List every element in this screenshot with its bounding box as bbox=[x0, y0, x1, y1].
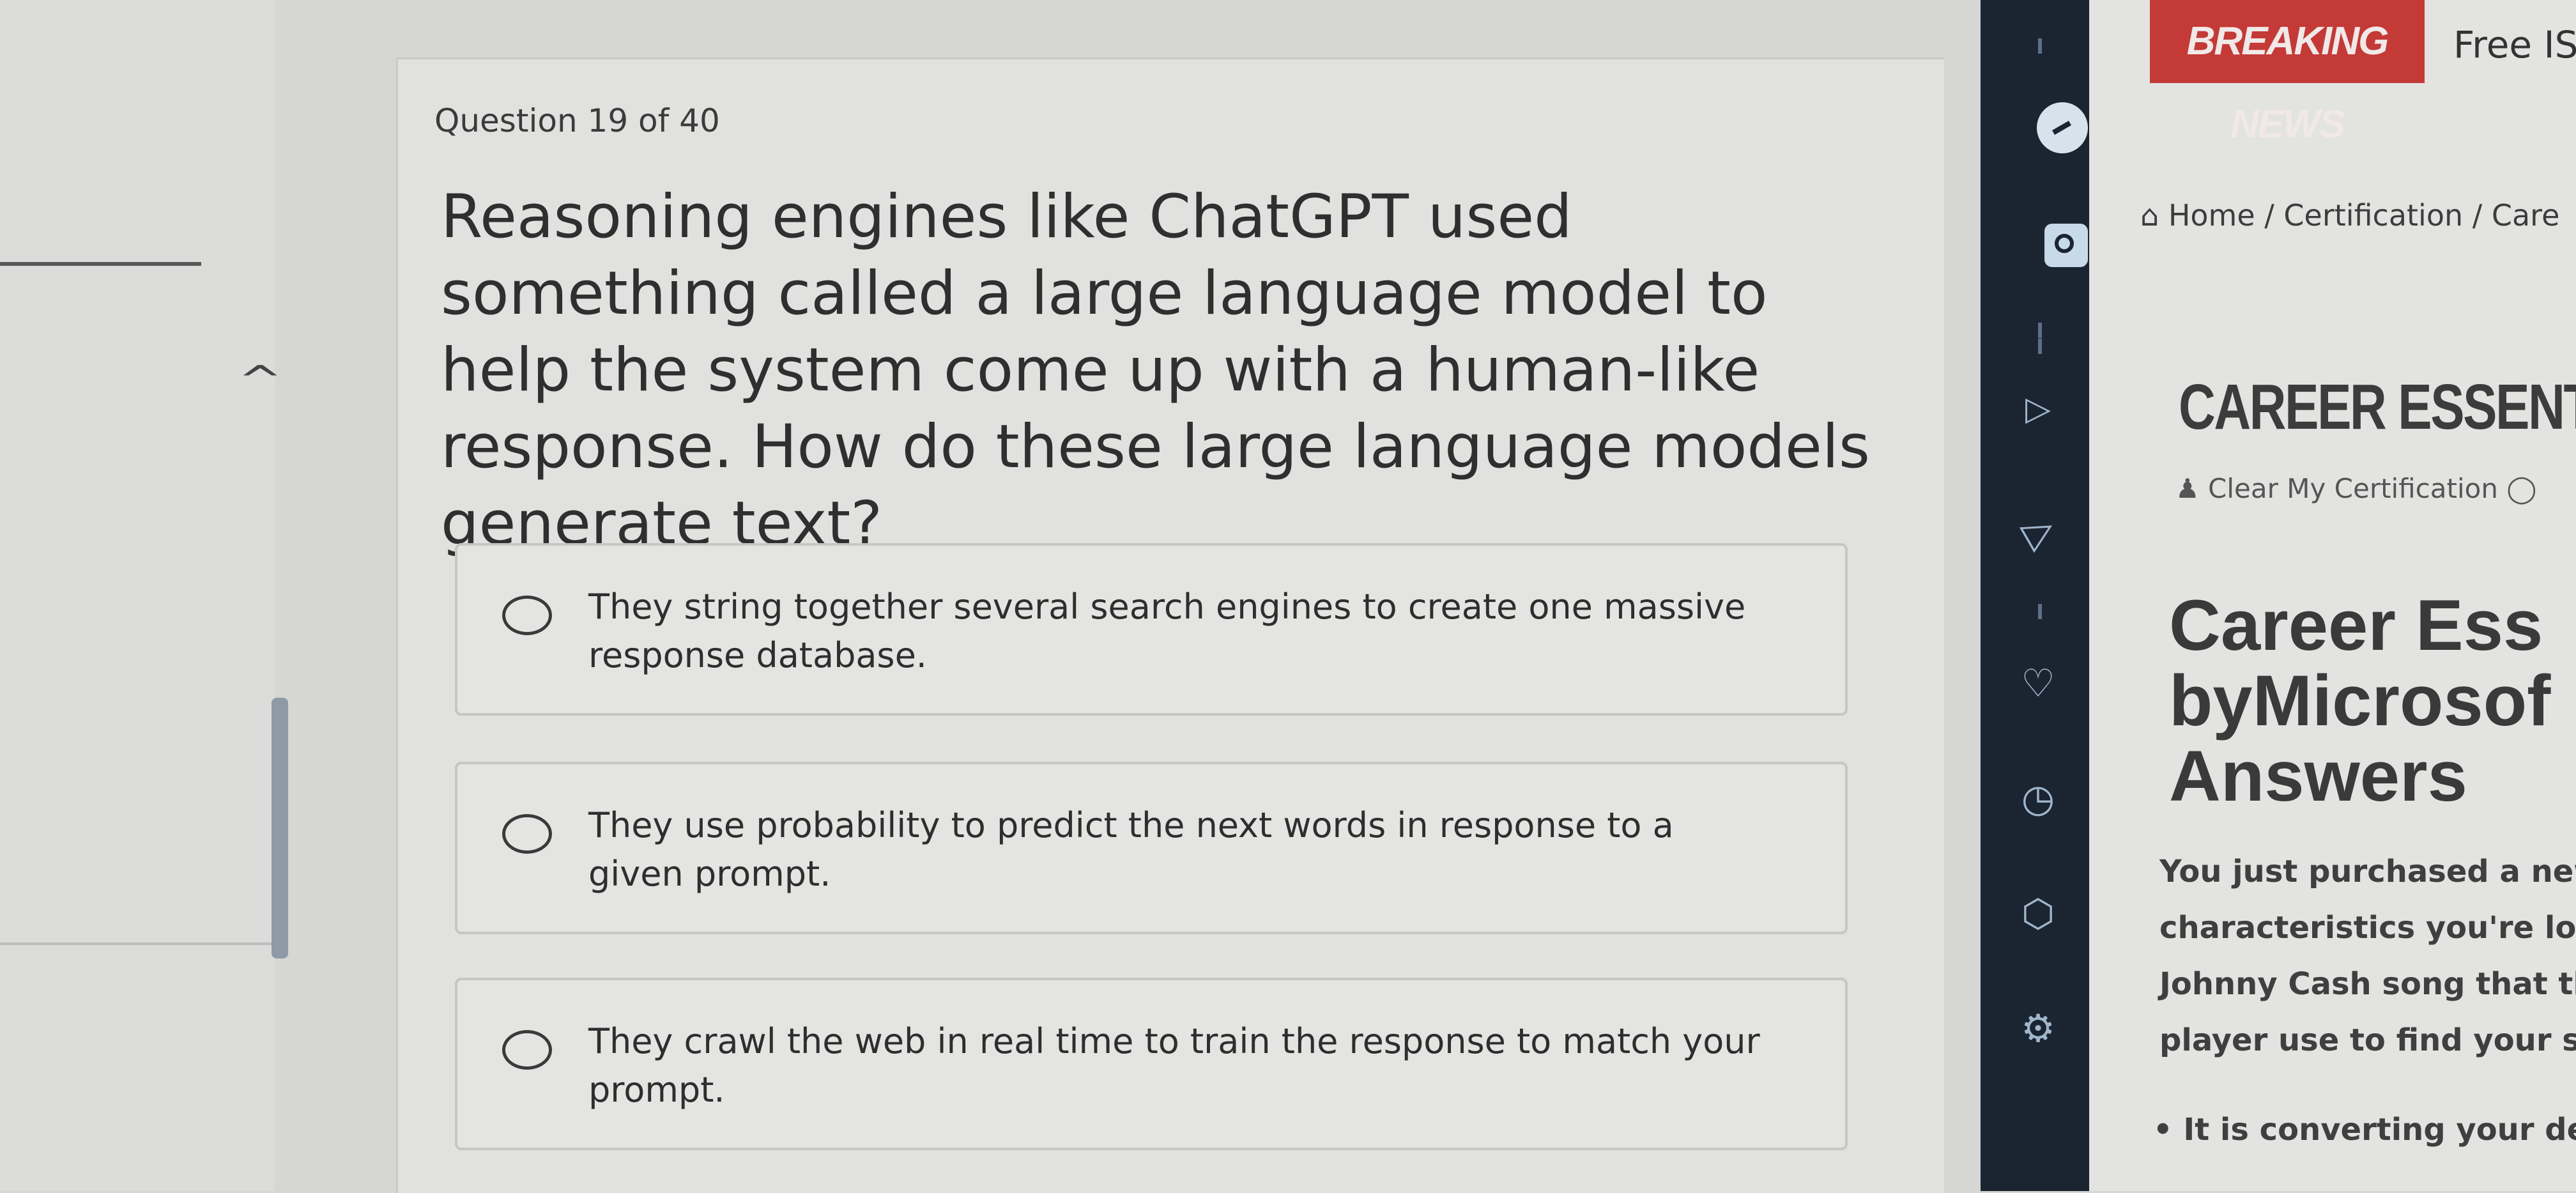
breadcrumb-text[interactable]: Home / Certification / Care bbox=[2168, 198, 2560, 233]
list-item: • It is converting your desc bbox=[2153, 1112, 2576, 1148]
question-text: Reasoning engines like ChatGPT used some… bbox=[441, 182, 1870, 558]
clock-icon: ◯ bbox=[2506, 473, 2537, 504]
left-pane bbox=[0, 0, 275, 1191]
sidebar-divider bbox=[2038, 38, 2042, 54]
cube-icon[interactable]: ⬡ bbox=[2012, 888, 2064, 939]
breadcrumb[interactable]: ⌂ Home / Certification / Care bbox=[2140, 198, 2559, 233]
list-item-text: It is converting your desc bbox=[2183, 1112, 2576, 1148]
user-icon: ♟ bbox=[2175, 473, 2209, 504]
sidebar-divider bbox=[2038, 339, 2042, 354]
heart-icon[interactable]: ♡ bbox=[2012, 658, 2064, 709]
body-line: characteristics you're looki bbox=[2159, 910, 2576, 946]
left-panel-border bbox=[0, 943, 275, 945]
radio-button[interactable] bbox=[502, 814, 552, 854]
radio-button[interactable] bbox=[502, 596, 552, 635]
sidebar-divider bbox=[2038, 604, 2042, 619]
left-divider bbox=[0, 262, 201, 266]
answer-option[interactable]: They string together several search engi… bbox=[455, 543, 1848, 716]
byline-author[interactable]: Clear My Certification bbox=[2208, 473, 2498, 504]
breaking-news-badge[interactable]: BREAKING NEWS bbox=[2150, 0, 2425, 146]
article-heading-line: Answers bbox=[2169, 736, 2467, 816]
home-icon: ⌂ bbox=[2140, 198, 2168, 233]
answer-option-label: They string together several search engi… bbox=[588, 587, 1746, 675]
body-line: You just purchased a new s bbox=[2159, 854, 2576, 889]
byline: ♟ Clear My Certification ◯ bbox=[2175, 473, 2536, 504]
answer-option-label: They crawl the web in real time to train… bbox=[588, 1021, 1760, 1110]
answer-option-label: They use probability to predict the next… bbox=[588, 805, 1674, 894]
play-icon[interactable]: ▷ bbox=[2012, 383, 2064, 435]
sidebar-divider bbox=[2038, 323, 2042, 338]
chevron-up-icon[interactable]: ^ bbox=[238, 358, 282, 403]
article-heading: Career Ess byMicrosof Answers bbox=[2169, 588, 2550, 814]
radio-button[interactable] bbox=[502, 1030, 552, 1070]
page-title: CAREER ESSENTIAL bbox=[2179, 371, 2576, 443]
messenger-icon[interactable] bbox=[2037, 102, 2088, 153]
news-ticker[interactable]: Free ISO bbox=[2453, 23, 2576, 66]
article-heading-line: byMicrosof bbox=[2169, 661, 2551, 741]
clock-icon[interactable]: ◷ bbox=[2012, 773, 2064, 824]
question-progress: Question 19 of 40 bbox=[434, 102, 720, 139]
answer-option[interactable]: They crawl the web in real time to train… bbox=[455, 978, 1848, 1150]
instagram-icon[interactable] bbox=[2044, 224, 2088, 267]
body-line: Johnny Cash song that they bbox=[2159, 966, 2576, 1002]
article-body: You just purchased a new s characteristi… bbox=[2159, 843, 2576, 1068]
settings-icon[interactable]: ⚙ bbox=[2012, 1003, 2064, 1054]
article-heading-line: Career Ess bbox=[2169, 585, 2543, 665]
body-line: player use to find your song bbox=[2159, 1022, 2576, 1058]
scrollbar-thumb[interactable] bbox=[272, 698, 288, 958]
answer-option[interactable]: They use probability to predict the next… bbox=[455, 762, 1848, 934]
